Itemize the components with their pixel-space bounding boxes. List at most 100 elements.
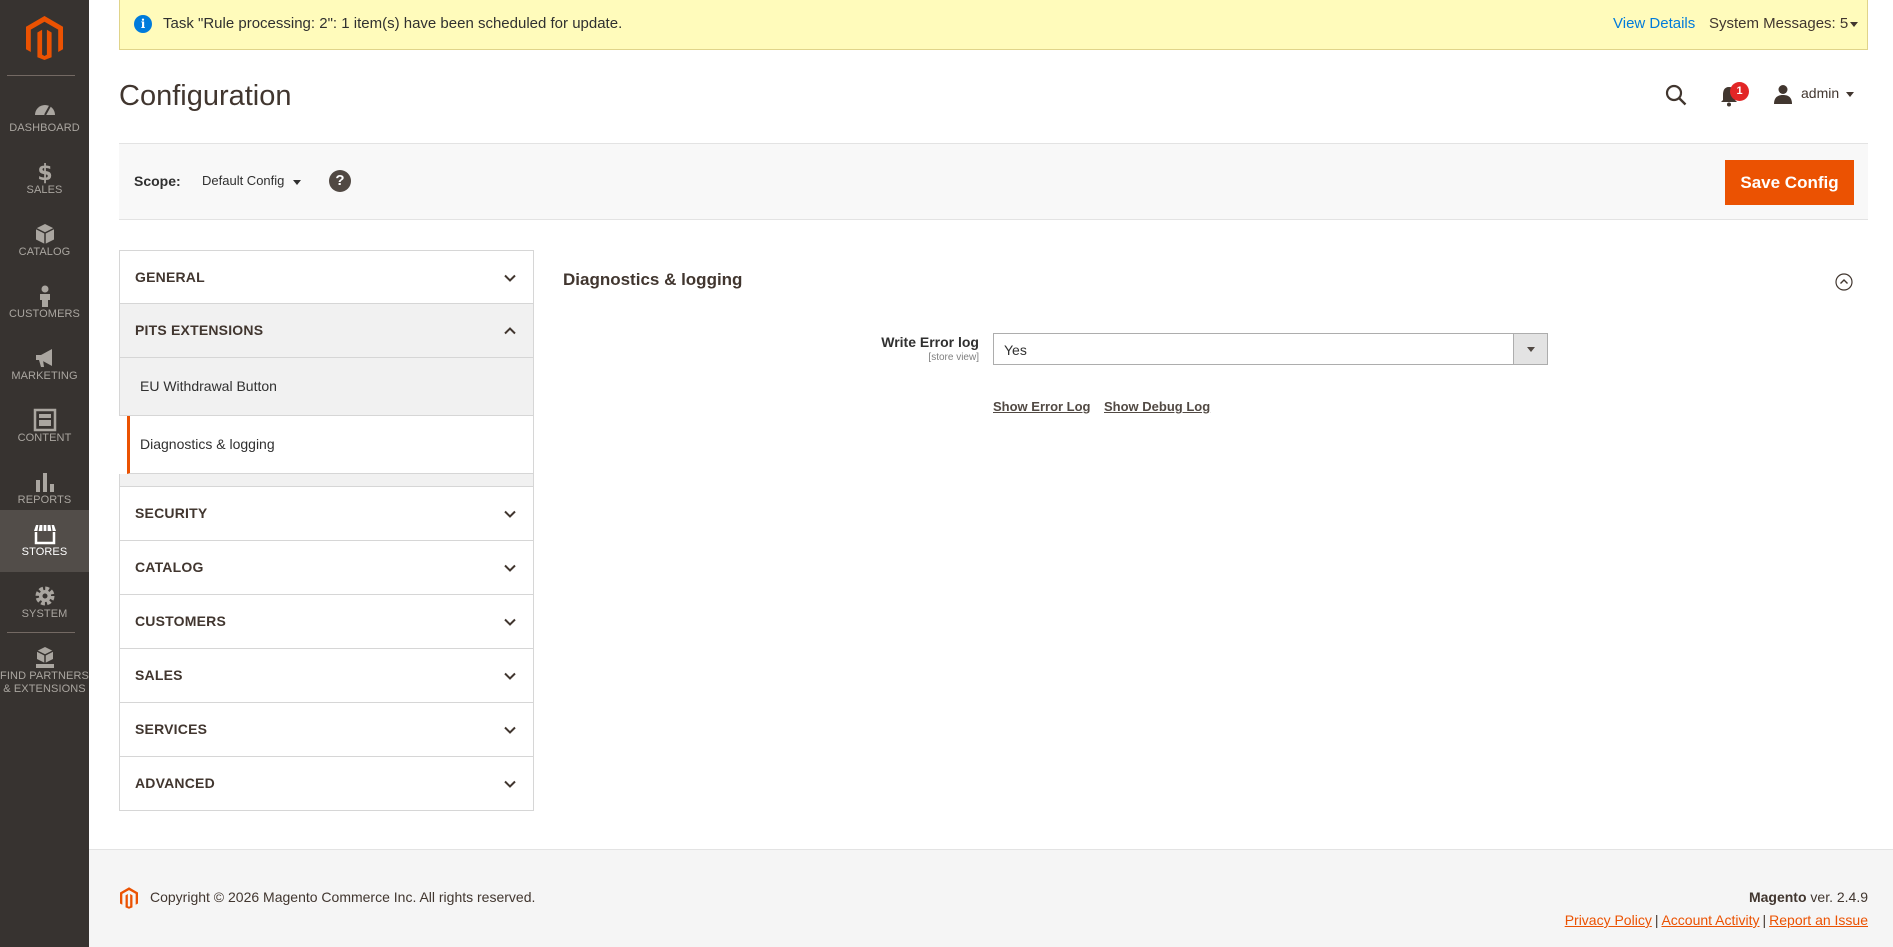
write-error-log-select[interactable]: Yes [993, 333, 1548, 365]
scope-label: Scope: [134, 173, 181, 189]
storefront-icon [33, 524, 56, 545]
tab-title: CUSTOMERS [135, 613, 226, 629]
notification-count-badge: 1 [1730, 82, 1749, 101]
info-icon: i [134, 15, 152, 33]
tab-customers[interactable]: CUSTOMERS [119, 595, 534, 649]
privacy-policy-link[interactable]: Privacy Policy [1565, 912, 1652, 928]
sidebar-item-label: FIND PARTNERS & EXTENSIONS [0, 670, 89, 695]
tab-title: SALES [135, 667, 183, 683]
chevron-down-icon [504, 672, 516, 680]
sidebar-item-find-partners[interactable]: FIND PARTNERS & EXTENSIONS [0, 634, 89, 706]
system-messages-toggle[interactable]: System Messages: 5 [1709, 15, 1848, 32]
tab-services[interactable]: SERVICES [119, 703, 534, 757]
layout-icon [33, 408, 56, 432]
tab-pits-extensions[interactable]: PITS EXTENSIONS [119, 304, 534, 358]
footer-separator: | [1762, 912, 1767, 928]
tab-sales[interactable]: SALES [119, 649, 534, 703]
sidebar-item-dashboard[interactable]: DASHBOARD [0, 86, 89, 148]
scope-bar: Scope: Default Config ? Save Config [119, 143, 1868, 220]
sidebar-item-marketing[interactable]: MARKETING [0, 334, 89, 396]
account-activity-link[interactable]: Account Activity [1661, 912, 1759, 928]
magento-logo-icon[interactable] [26, 16, 63, 60]
chevron-up-icon [504, 327, 516, 335]
sidebar-item-label: DASHBOARD [9, 122, 80, 134]
footer-links: Privacy Policy | Account Activity | Report a… [1565, 912, 1868, 928]
sidebar-item-label: SALES [26, 184, 63, 196]
sidebar-item-label: REPORTS [17, 494, 72, 506]
sidebar-item-sales[interactable]: $ SALES [0, 148, 89, 210]
tab-item-diagnostics-logging[interactable]: Diagnostics & logging [127, 416, 534, 474]
help-icon[interactable]: ? [329, 170, 351, 192]
chevron-down-icon [504, 618, 516, 626]
admin-user-menu[interactable]: admin [1801, 85, 1839, 101]
person-icon [39, 285, 50, 307]
magento-logo-icon [120, 887, 138, 909]
page-title: Configuration [119, 80, 292, 112]
view-details-link[interactable]: View Details [1613, 15, 1695, 32]
tab-security[interactable]: SECURITY [119, 487, 534, 541]
dollar-icon: $ [37, 161, 52, 184]
collapse-icon[interactable] [1835, 273, 1853, 291]
sidebar-item-label: CONTENT [17, 432, 72, 444]
sidebar-item-stores[interactable]: STORES [0, 510, 89, 572]
chevron-down-icon[interactable] [293, 180, 301, 185]
write-error-log-label: Write Error log [881, 334, 979, 350]
chevron-down-icon [504, 510, 516, 518]
system-message-bar: i Task "Rule processing: 2": 1 item(s) h… [119, 0, 1868, 50]
brand-name: Magento [1748, 889, 1807, 905]
chevron-down-icon[interactable] [1846, 92, 1854, 97]
sidebar-item-label: CATALOG [18, 246, 71, 258]
copyright-text: Copyright © 2026 Magento Commerce Inc. A… [150, 889, 536, 905]
dashboard-icon [34, 105, 55, 116]
field-scope-note: [store view] [928, 352, 979, 363]
tab-catalog[interactable]: CATALOG [119, 541, 534, 595]
search-icon[interactable] [1665, 84, 1687, 106]
menu-divider [7, 75, 75, 76]
section-title[interactable]: Diagnostics & logging [563, 270, 742, 290]
chevron-down-icon [504, 274, 516, 282]
chevron-down-icon [504, 780, 516, 788]
save-config-button[interactable]: Save Config [1725, 160, 1854, 205]
sidebar-item-catalog[interactable]: CATALOG [0, 210, 89, 272]
tab-title: SERVICES [135, 721, 208, 737]
tab-advanced[interactable]: ADVANCED [119, 757, 534, 811]
sidebar-item-label: SYSTEM [21, 608, 68, 620]
sidebar-item-customers[interactable]: CUSTOMERS [0, 272, 89, 334]
chevron-down-icon[interactable] [1850, 22, 1858, 27]
version-number: ver. 2.4.9 [1806, 889, 1868, 905]
admin-sidebar: DASHBOARD $ SALES CATALOG CUSTOMERS MARK… [0, 0, 89, 947]
tab-item-label: EU Withdrawal Button [140, 378, 277, 394]
sidebar-item-label: CUSTOMERS [9, 308, 80, 320]
sidebar-item-label: MARKETING [11, 370, 78, 382]
tab-title: ADVANCED [135, 775, 215, 791]
system-message-text: Task "Rule processing: 2": 1 item(s) hav… [163, 15, 623, 32]
report-issue-link[interactable]: Report an Issue [1769, 912, 1868, 928]
bar-chart-icon [35, 473, 54, 492]
sidebar-item-content[interactable]: CONTENT [0, 396, 89, 458]
footer-separator: | [1654, 912, 1659, 928]
tab-item-eu-withdrawal-button[interactable]: EU Withdrawal Button [119, 358, 534, 416]
menu-divider [7, 632, 75, 633]
show-error-log-link[interactable]: Show Error Log [993, 399, 1091, 414]
select-value: Yes [1004, 342, 1027, 358]
tab-title: GENERAL [135, 269, 205, 285]
scope-switcher[interactable]: Default Config [202, 173, 284, 188]
box-icon [35, 224, 54, 244]
tab-title: PITS EXTENSIONS [135, 322, 264, 338]
version-info: Magento ver. 2.4.9 [1749, 889, 1868, 905]
tab-general[interactable]: GENERAL [119, 250, 534, 304]
tab-item-label: Diagnostics & logging [140, 436, 275, 452]
svg-text:$: $ [37, 161, 52, 184]
gear-icon [35, 586, 54, 606]
sidebar-item-system[interactable]: SYSTEM [0, 572, 89, 634]
user-icon[interactable] [1773, 84, 1793, 104]
sidebar-item-label: STORES [21, 546, 68, 558]
show-debug-log-link[interactable]: Show Debug Log [1104, 399, 1210, 414]
config-tabs: GENERAL PITS EXTENSIONS EU Withdrawal Bu… [119, 250, 534, 811]
tab-group-spacer [119, 474, 534, 487]
chevron-down-icon [504, 726, 516, 734]
tab-title: CATALOG [135, 559, 204, 575]
page-footer: Copyright © 2026 Magento Commerce Inc. A… [89, 849, 1893, 947]
select-arrow-icon[interactable] [1513, 334, 1547, 364]
chevron-down-icon [504, 564, 516, 572]
